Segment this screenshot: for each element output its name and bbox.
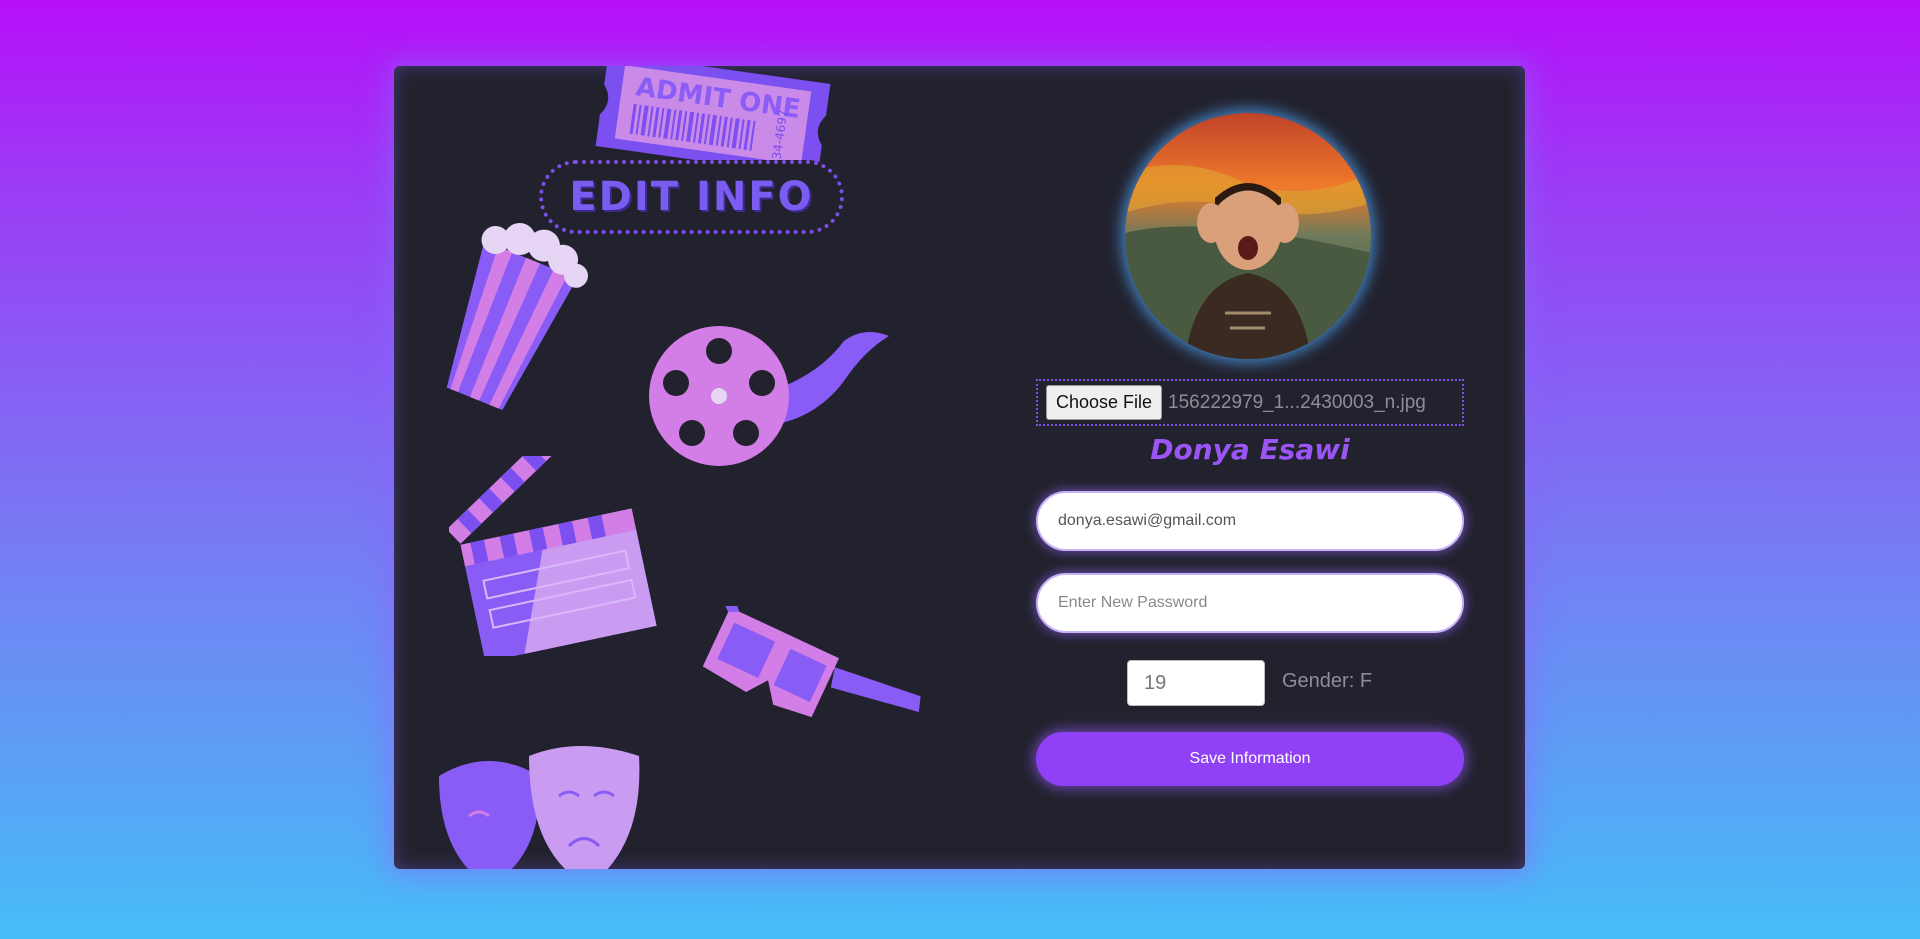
user-name: Donya Esawi [1150, 433, 1350, 466]
choose-file-button[interactable]: Choose File [1046, 385, 1163, 420]
gender-label: Gender: F [1282, 670, 1373, 692]
password-field[interactable] [1036, 573, 1464, 633]
file-upload[interactable]: Choose File 156222979_1...2430003_n.jpg [1036, 379, 1464, 426]
theater-masks-icon [439, 746, 640, 869]
save-information-button[interactable]: Save Information [1036, 732, 1464, 786]
age-field[interactable] [1127, 660, 1265, 706]
file-name: 156222979_1...2430003_n.jpg [1168, 391, 1426, 413]
clapperboard-icon [449, 456, 657, 656]
popcorn-icon [446, 222, 588, 410]
edit-info-card: ADMIT ONE 34-4697 EDIT INFO Choose File … [394, 66, 1525, 869]
avatar [1125, 113, 1371, 359]
email-field[interactable] [1036, 491, 1464, 551]
3d-glasses-icon [702, 606, 921, 718]
film-reel-icon [649, 326, 889, 466]
profile-photo [1125, 113, 1371, 359]
